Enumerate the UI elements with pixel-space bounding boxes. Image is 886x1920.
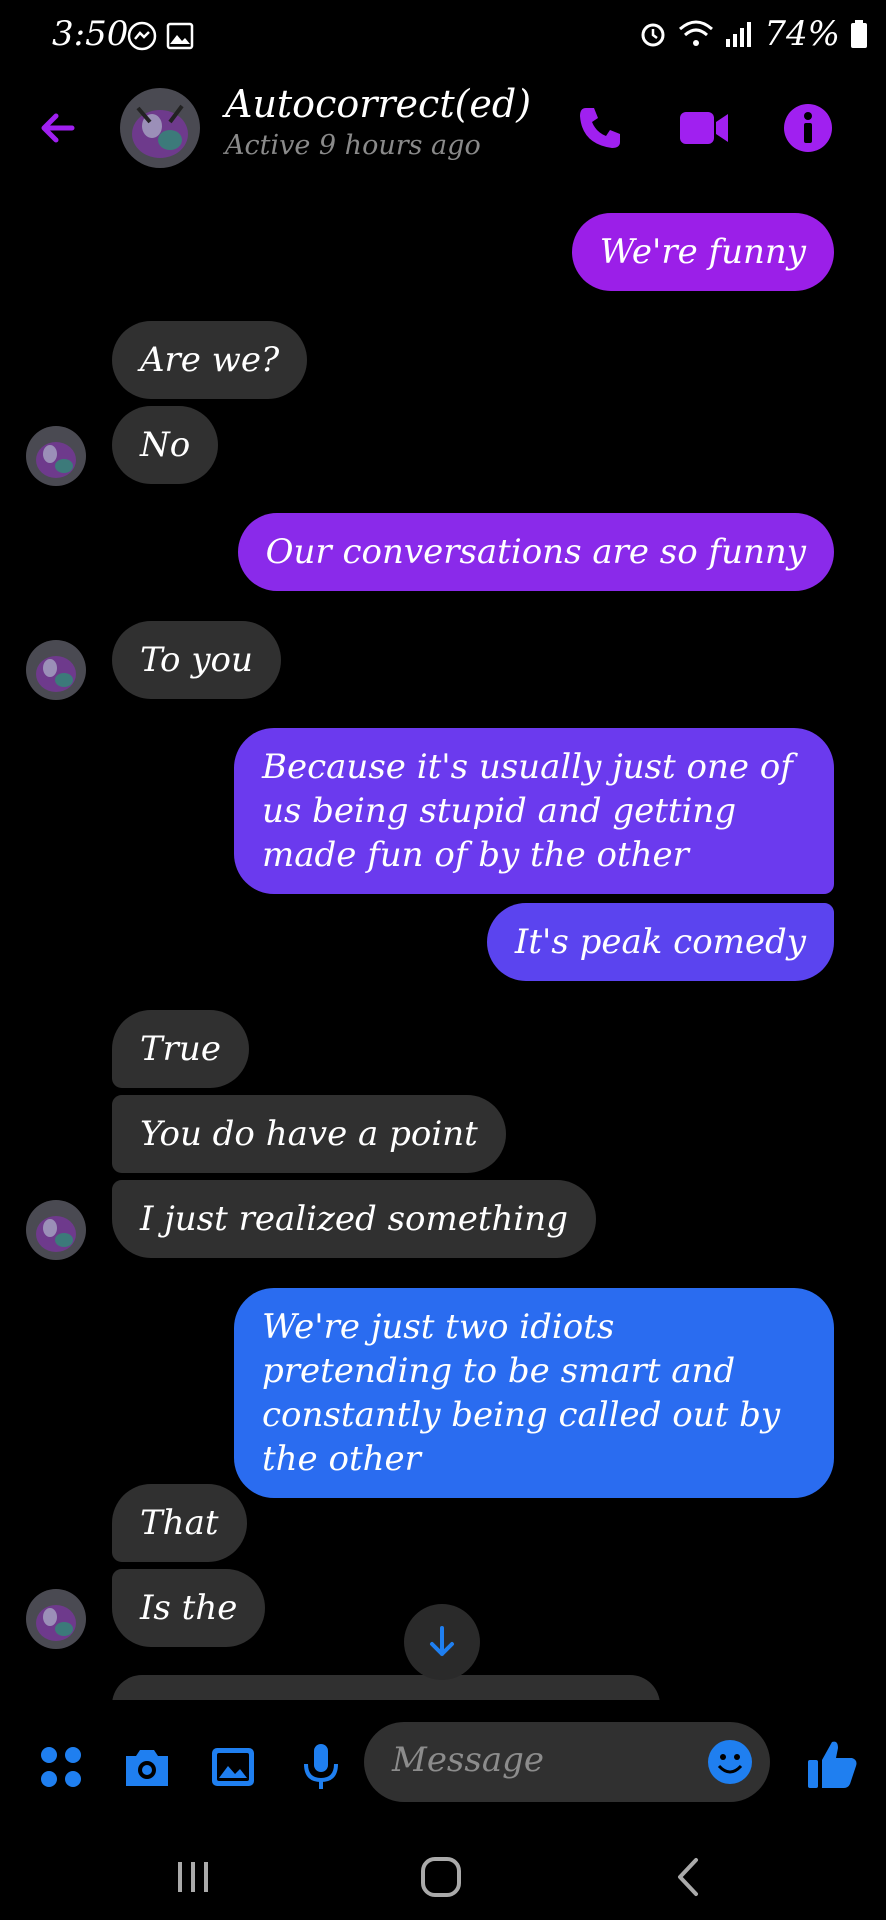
camera-icon[interactable] <box>122 1742 172 1792</box>
message-outgoing[interactable]: Because it's usually just one of us bein… <box>234 728 834 894</box>
menu-grid-icon[interactable] <box>36 1742 86 1792</box>
contact-status: Active 9 hours ago <box>225 130 481 161</box>
message-incoming[interactable]: That <box>112 1484 247 1562</box>
message-incoming[interactable]: You do have a point <box>112 1095 506 1173</box>
emoji-icon[interactable] <box>706 1738 754 1786</box>
video-icon[interactable] <box>676 100 732 156</box>
message-outgoing[interactable]: We're just two idiots pretending to be s… <box>234 1288 834 1498</box>
message-incoming[interactable]: Are we? <box>112 321 308 399</box>
thumbs-up-icon[interactable] <box>804 1736 860 1792</box>
sender-avatar[interactable] <box>26 1589 86 1649</box>
message-placeholder: Message <box>392 1740 544 1780</box>
message-incoming[interactable]: No <box>112 406 219 484</box>
message-composer: Message <box>0 1700 886 1830</box>
message-outgoing[interactable]: It's peak comedy <box>486 903 834 981</box>
status-time: 3:50 <box>52 14 129 54</box>
status-bar: 3:50 74% <box>0 0 886 70</box>
scroll-to-bottom-button[interactable] <box>404 1604 480 1680</box>
message-incoming[interactable]: I just realized something <box>112 1180 596 1258</box>
message-input[interactable]: Message <box>364 1722 770 1802</box>
battery-icon <box>851 20 867 48</box>
contact-name[interactable]: Autocorrect(ed) <box>225 82 531 126</box>
image-icon <box>166 22 194 50</box>
system-nav-bar <box>0 1830 886 1920</box>
wifi-icon <box>679 20 714 46</box>
recents-icon[interactable] <box>168 1852 218 1902</box>
message-outgoing[interactable]: Our conversations are so funny <box>237 513 834 591</box>
battery-level: 74% <box>764 14 840 54</box>
sender-avatar[interactable] <box>26 426 86 486</box>
back-arrow-icon[interactable] <box>32 100 88 156</box>
status-right: 74% <box>638 14 868 54</box>
signal-icon <box>726 22 752 47</box>
sender-avatar[interactable] <box>26 1200 86 1260</box>
message-incoming[interactable]: To you <box>112 621 281 699</box>
microphone-icon[interactable] <box>296 1742 346 1792</box>
sender-avatar[interactable] <box>26 640 86 700</box>
conversation-header: Autocorrect(ed) Active 9 hours ago <box>0 70 886 190</box>
back-icon[interactable] <box>664 1852 714 1902</box>
message-outgoing[interactable]: We're funny <box>571 213 834 291</box>
messenger-icon <box>127 21 157 51</box>
arrow-down-icon <box>430 1626 454 1656</box>
info-icon[interactable] <box>780 100 836 156</box>
alarm-icon <box>641 23 665 47</box>
contact-avatar[interactable] <box>120 88 200 168</box>
message-incoming[interactable]: True <box>112 1010 249 1088</box>
home-icon[interactable] <box>416 1852 466 1902</box>
message-incoming[interactable]: Is the <box>112 1569 266 1647</box>
gallery-icon[interactable] <box>208 1742 258 1792</box>
phone-icon[interactable] <box>572 100 628 156</box>
